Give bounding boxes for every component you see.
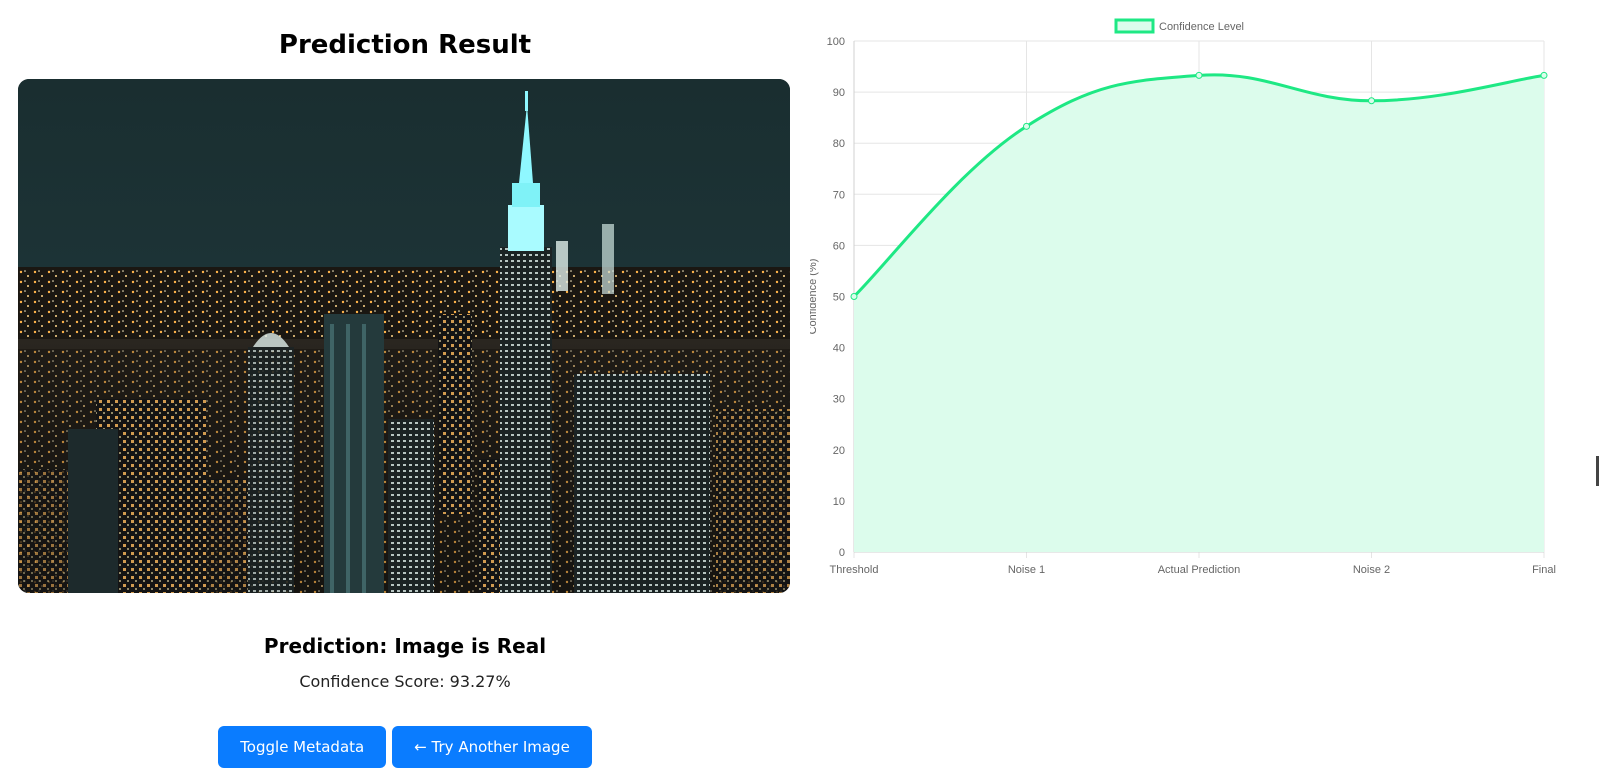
y-tick-label: 0 <box>839 547 845 559</box>
y-tick-label: 90 <box>833 87 845 99</box>
uploaded-image <box>18 79 790 593</box>
y-tick-label: 80 <box>833 138 845 150</box>
confidence-score: Confidence Score: 93.27% <box>299 672 511 691</box>
prediction-label: Prediction: Image is Real <box>263 634 547 658</box>
y-tick-label: 70 <box>833 189 845 201</box>
confidence-chart: 0 10 20 30 40 50 60 70 80 90 100 Threshold Noise 1 Ac… <box>807 0 1599 620</box>
x-tick-label: Noise 1 <box>1008 564 1045 576</box>
legend-label: Confidence Level <box>1159 21 1244 33</box>
data-point <box>1368 97 1375 105</box>
result-panel: Prediction Result Prediction: Image is R… <box>0 0 810 782</box>
data-point <box>1023 122 1030 130</box>
x-tick-label: Noise 2 <box>1353 564 1390 576</box>
try-another-image-button[interactable]: ← Try Another Image <box>392 726 592 768</box>
y-axis-label: Confidence (%) <box>810 259 819 335</box>
legend-swatch <box>1114 18 1155 34</box>
page: Prediction Result Prediction: Image is R… <box>0 0 1599 782</box>
y-tick-label: 50 <box>833 292 845 304</box>
y-tick-label: 10 <box>833 496 845 508</box>
data-point <box>850 293 858 300</box>
y-tick-label: 40 <box>833 343 845 355</box>
y-tick-label: 30 <box>833 394 845 406</box>
y-tick-label: 20 <box>833 445 845 457</box>
data-point <box>1540 71 1548 79</box>
y-tick-label: 100 <box>827 36 845 48</box>
action-buttons: Toggle Metadata ← Try Another Image <box>0 726 810 768</box>
y-tick-label: 60 <box>833 240 845 252</box>
x-tick-label: Threshold <box>830 564 879 576</box>
page-title: Prediction Result <box>278 30 532 60</box>
x-tick-label: Final <box>1532 564 1556 576</box>
data-point <box>1195 71 1203 79</box>
series-area-fill <box>854 74 1544 553</box>
x-tick-label: Actual Prediction <box>1158 564 1241 576</box>
toggle-metadata-button[interactable]: Toggle Metadata <box>218 726 387 768</box>
